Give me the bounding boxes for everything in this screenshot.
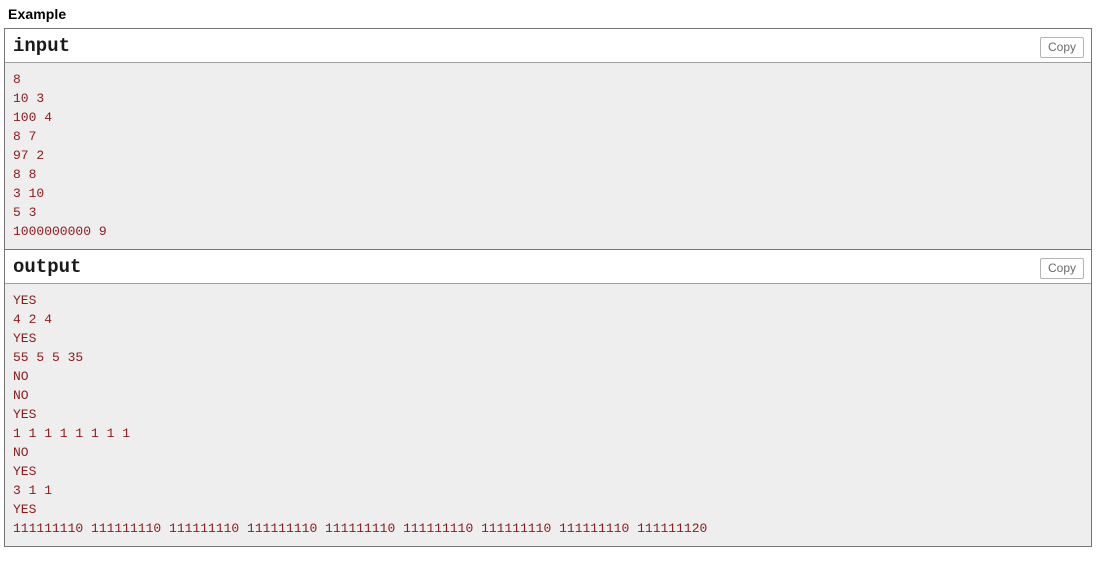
sample-line: 100 4	[13, 110, 53, 125]
copy-output-button[interactable]: Copy	[1039, 258, 1084, 279]
sample-line: 97 2	[13, 148, 45, 163]
input-sample-text[interactable]: 8 10 3 100 4 8 7 97 2 8 8 3 10 5 3 1000000000 9	[5, 63, 1091, 250]
example-section-page: Example input Copy 8 10 3 100 4 8 7 97 2 8 8 3…	[0, 6, 1100, 579]
sample-line: 1000000000 9	[13, 224, 107, 239]
sample-line: YES	[13, 331, 37, 346]
page-title: Example	[8, 6, 67, 22]
sample-line: YES	[13, 407, 37, 422]
sample-line: YES	[13, 293, 37, 308]
sample-line: 111111110 111111110 111111110 111111110 …	[13, 521, 708, 536]
sample-block-output: output Copy YES 4 2 4 YES 55 5 5 35 NO NO YES 1…	[5, 250, 1091, 546]
sample-line: 4 2 4	[13, 312, 53, 327]
copy-input-button[interactable]: Copy	[1039, 37, 1084, 58]
output-sample-text[interactable]: YES 4 2 4 YES 55 5 5 35 NO NO YES 1 1 1 1 1 1 1…	[5, 284, 1091, 546]
sample-tests-container: input Copy 8 10 3 100 4 8 7 97 2 8 8 3 10 5 3 10…	[4, 28, 1092, 547]
output-header: output Copy	[5, 250, 1091, 284]
sample-line: 8 7	[13, 129, 37, 144]
sample-line: 8	[13, 72, 21, 87]
sample-line: YES	[13, 502, 37, 517]
sample-line: 5 3	[13, 205, 37, 220]
sample-line: 8 8	[13, 167, 37, 182]
sample-line: 55 5 5 35	[13, 350, 84, 365]
sample-line: 3 1 1	[13, 483, 53, 498]
input-header-label: input	[13, 35, 71, 57]
sample-line: 10 3	[13, 91, 45, 106]
sample-line: 1 1 1 1 1 1 1 1	[13, 426, 131, 441]
sample-line: 3 10	[13, 186, 45, 201]
sample-line: NO	[13, 388, 29, 403]
sample-line: NO	[13, 369, 29, 384]
sample-block-input: input Copy 8 10 3 100 4 8 7 97 2 8 8 3 10 5 3 10…	[5, 29, 1091, 250]
output-header-label: output	[13, 256, 82, 278]
sample-line: NO	[13, 445, 29, 460]
sample-line: YES	[13, 464, 37, 479]
input-header: input Copy	[5, 29, 1091, 63]
